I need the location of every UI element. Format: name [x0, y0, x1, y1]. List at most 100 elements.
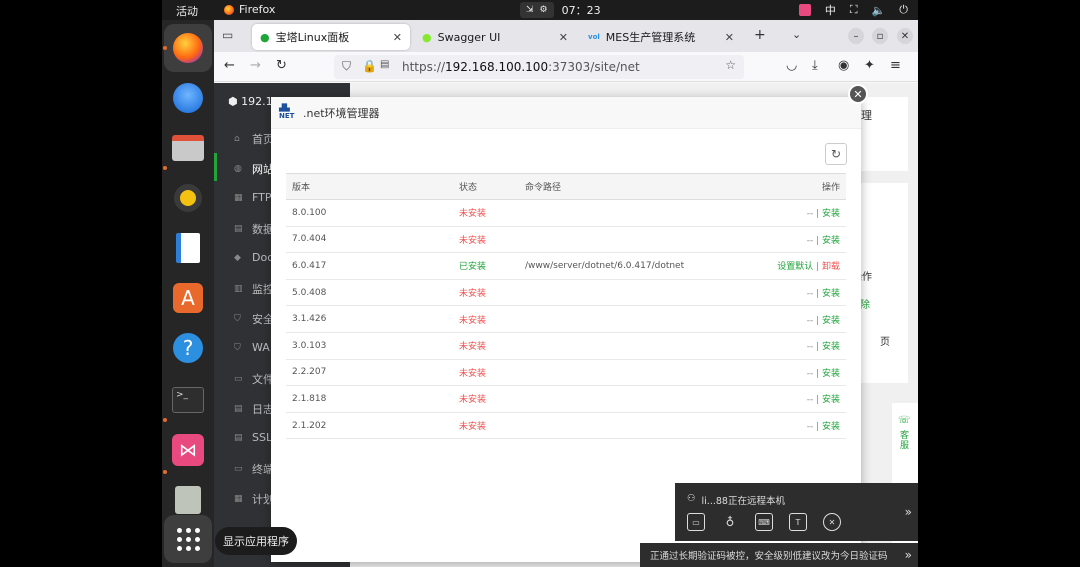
volume-icon[interactable]: 🔈 — [872, 4, 886, 17]
vol-favicon-icon: vol — [588, 33, 600, 41]
install-link[interactable]: 安装 — [822, 422, 840, 432]
install-link[interactable]: 安装 — [822, 236, 840, 246]
nav-item-files[interactable]: ▭ 文件 — [234, 371, 274, 387]
text-icon[interactable]: T — [789, 513, 807, 531]
rhythmbox-dock-icon[interactable] — [170, 180, 206, 216]
help-dock-icon[interactable]: ? — [170, 330, 206, 366]
url-bar[interactable]: ⛉ 🔒 ▤ https://192.168.100.100:37303/site… — [334, 55, 744, 79]
cube-icon: ⬢ — [228, 95, 238, 108]
thunderbird-dock-icon[interactable] — [170, 80, 206, 116]
menu-icon[interactable]: ≡ — [890, 58, 901, 73]
install-link[interactable]: 安装 — [822, 395, 840, 405]
disconnect-icon[interactable]: ✕ — [823, 513, 841, 531]
shield-icon[interactable]: ⛉ — [342, 59, 351, 74]
install-link[interactable]: 安装 — [822, 342, 840, 352]
power-icon[interactable]: ⏻ — [899, 3, 908, 17]
log-icon: ▤ — [234, 404, 243, 414]
install-link[interactable]: 安装 — [822, 209, 840, 219]
close-icon[interactable]: ✕ — [559, 31, 568, 44]
set-default-link[interactable]: 设置默认 — [777, 262, 813, 272]
uninstall-link[interactable]: 卸载 — [822, 262, 840, 272]
bookmark-star-icon[interactable]: ☆ — [725, 58, 736, 72]
app-center-dock-icon[interactable]: A — [170, 280, 206, 316]
version-cell: 6.0.417 — [286, 252, 453, 280]
microphone-icon[interactable]: ♁ — [721, 513, 739, 531]
remote-app-tray-icon[interactable] — [798, 4, 811, 16]
nav-item-security[interactable]: ⛉ 安全 — [234, 311, 274, 327]
nav-item-cron[interactable]: ▦ 计划 — [234, 491, 274, 507]
close-icon[interactable]: ✕ — [725, 31, 734, 44]
support-label: 客服 — [900, 431, 910, 451]
column-header: 操作 — [746, 173, 846, 200]
nav-item-home[interactable]: ⌂ 首页 — [234, 131, 274, 147]
tab-mes[interactable]: vol MES生产管理系统 ✕ — [580, 24, 742, 50]
extensions-icon[interactable]: ✦ — [864, 58, 875, 73]
path-cell — [519, 226, 747, 254]
install-link[interactable]: 安装 — [822, 369, 840, 379]
version-cell: 3.1.426 — [286, 305, 453, 333]
tab-swagger[interactable]: ● Swagger UI ✕ — [414, 24, 576, 50]
terminal-dock-icon[interactable]: >_ — [170, 382, 206, 418]
table-row: 8.0.100 未安装 -- | 安装 — [286, 199, 846, 227]
nav-item-ftp[interactable]: ▦ FTP — [234, 191, 272, 204]
pocket-icon[interactable]: ◡ — [786, 58, 797, 73]
app-menu[interactable]: Firefox — [224, 3, 275, 16]
action-separator: | — [813, 235, 822, 246]
window-close-button[interactable]: ✕ — [897, 28, 913, 44]
calendar-icon: ▦ — [234, 494, 243, 504]
ime-indicator[interactable]: 中 — [825, 2, 836, 18]
forward-arrow-icon[interactable]: → — [250, 58, 261, 73]
refresh-button[interactable]: ↻ — [825, 143, 847, 165]
nav-item-monitor[interactable]: ▥ 监控 — [234, 281, 274, 297]
tab-label: 宝塔Linux面板 — [275, 31, 350, 44]
action-cell: -- | 安装 — [746, 385, 846, 413]
remote-desktop-dock-icon[interactable]: ⋈ — [170, 432, 206, 468]
keyboard-icon[interactable]: ⌨ — [755, 513, 773, 531]
action-cell: -- | 安装 — [746, 279, 846, 307]
nav-item-website[interactable]: ◍ 网站 — [234, 161, 274, 177]
files-dock-icon[interactable] — [170, 130, 206, 166]
dock: A ? >_ ⋈ — [162, 20, 214, 567]
reload-icon[interactable]: ↻ — [276, 58, 287, 73]
nav-item-terminal[interactable]: ▭ 终端 — [234, 461, 274, 477]
remote-actions: ▭ ♁ ⌨ T ✕ — [687, 513, 841, 531]
tab-baota[interactable]: ● 宝塔Linux面板 ✕ — [252, 24, 410, 50]
nav-item-ssl[interactable]: ▤ SSL — [234, 431, 272, 444]
tab-overview-icon[interactable]: ▭ — [222, 28, 233, 42]
back-arrow-icon[interactable]: ← — [224, 58, 235, 73]
minimize-button[interactable]: – — [848, 28, 864, 44]
nav-item-logs[interactable]: ▤ 日志 — [234, 401, 274, 417]
libreoffice-writer-dock-icon[interactable] — [170, 230, 206, 266]
network-icon[interactable]: ⛶ — [850, 3, 858, 17]
show-apps-button[interactable] — [170, 521, 206, 557]
chat-icon[interactable]: ▭ — [687, 513, 705, 531]
monitor-icon: ▥ — [234, 284, 243, 294]
lock-icon[interactable]: 🔒 — [362, 59, 377, 73]
expand-chevron-icon[interactable]: » — [905, 548, 912, 562]
trash-dock-icon[interactable] — [170, 482, 206, 518]
install-link[interactable]: 安装 — [822, 289, 840, 299]
status-cell: 未安装 — [453, 412, 519, 440]
panel-host: 192.1 — [241, 95, 273, 108]
download-icon[interactable]: ⤓ — [812, 58, 818, 73]
close-icon[interactable]: ✕ — [393, 31, 402, 44]
expand-chevron-icon[interactable]: » — [905, 505, 912, 519]
path-cell — [519, 279, 747, 307]
install-link[interactable]: 安装 — [822, 316, 840, 326]
nav-bar: ← → ↻ ⛉ 🔒 ▤ https://192.168.100.100:3730… — [214, 52, 918, 82]
database-icon: ▤ — [234, 224, 243, 234]
clock-area[interactable]: ⇲ ⚙ 07：23 — [520, 1, 601, 19]
nav-item-docker[interactable]: ◆ Doc — [234, 251, 273, 264]
maximize-button[interactable]: ▫ — [872, 28, 888, 44]
nav-item-database[interactable]: ▤ 数据 — [234, 221, 274, 237]
modal-close-button[interactable]: ✕ — [848, 84, 868, 104]
baota-favicon-icon: ● — [260, 30, 270, 44]
firefox-dock-icon[interactable] — [170, 30, 206, 66]
column-header: 状态 — [453, 173, 519, 200]
system-tray[interactable]: 中 ⛶ 🔈 ⏻ — [798, 2, 908, 18]
new-tab-button[interactable]: + — [754, 27, 766, 43]
tab-list-chevron-down-icon[interactable]: ⌄ — [792, 28, 801, 41]
activities-button[interactable]: 活动 — [176, 3, 198, 19]
account-icon[interactable]: ◉ — [838, 58, 849, 73]
nav-item-waf[interactable]: ⛉ WA — [234, 341, 270, 354]
